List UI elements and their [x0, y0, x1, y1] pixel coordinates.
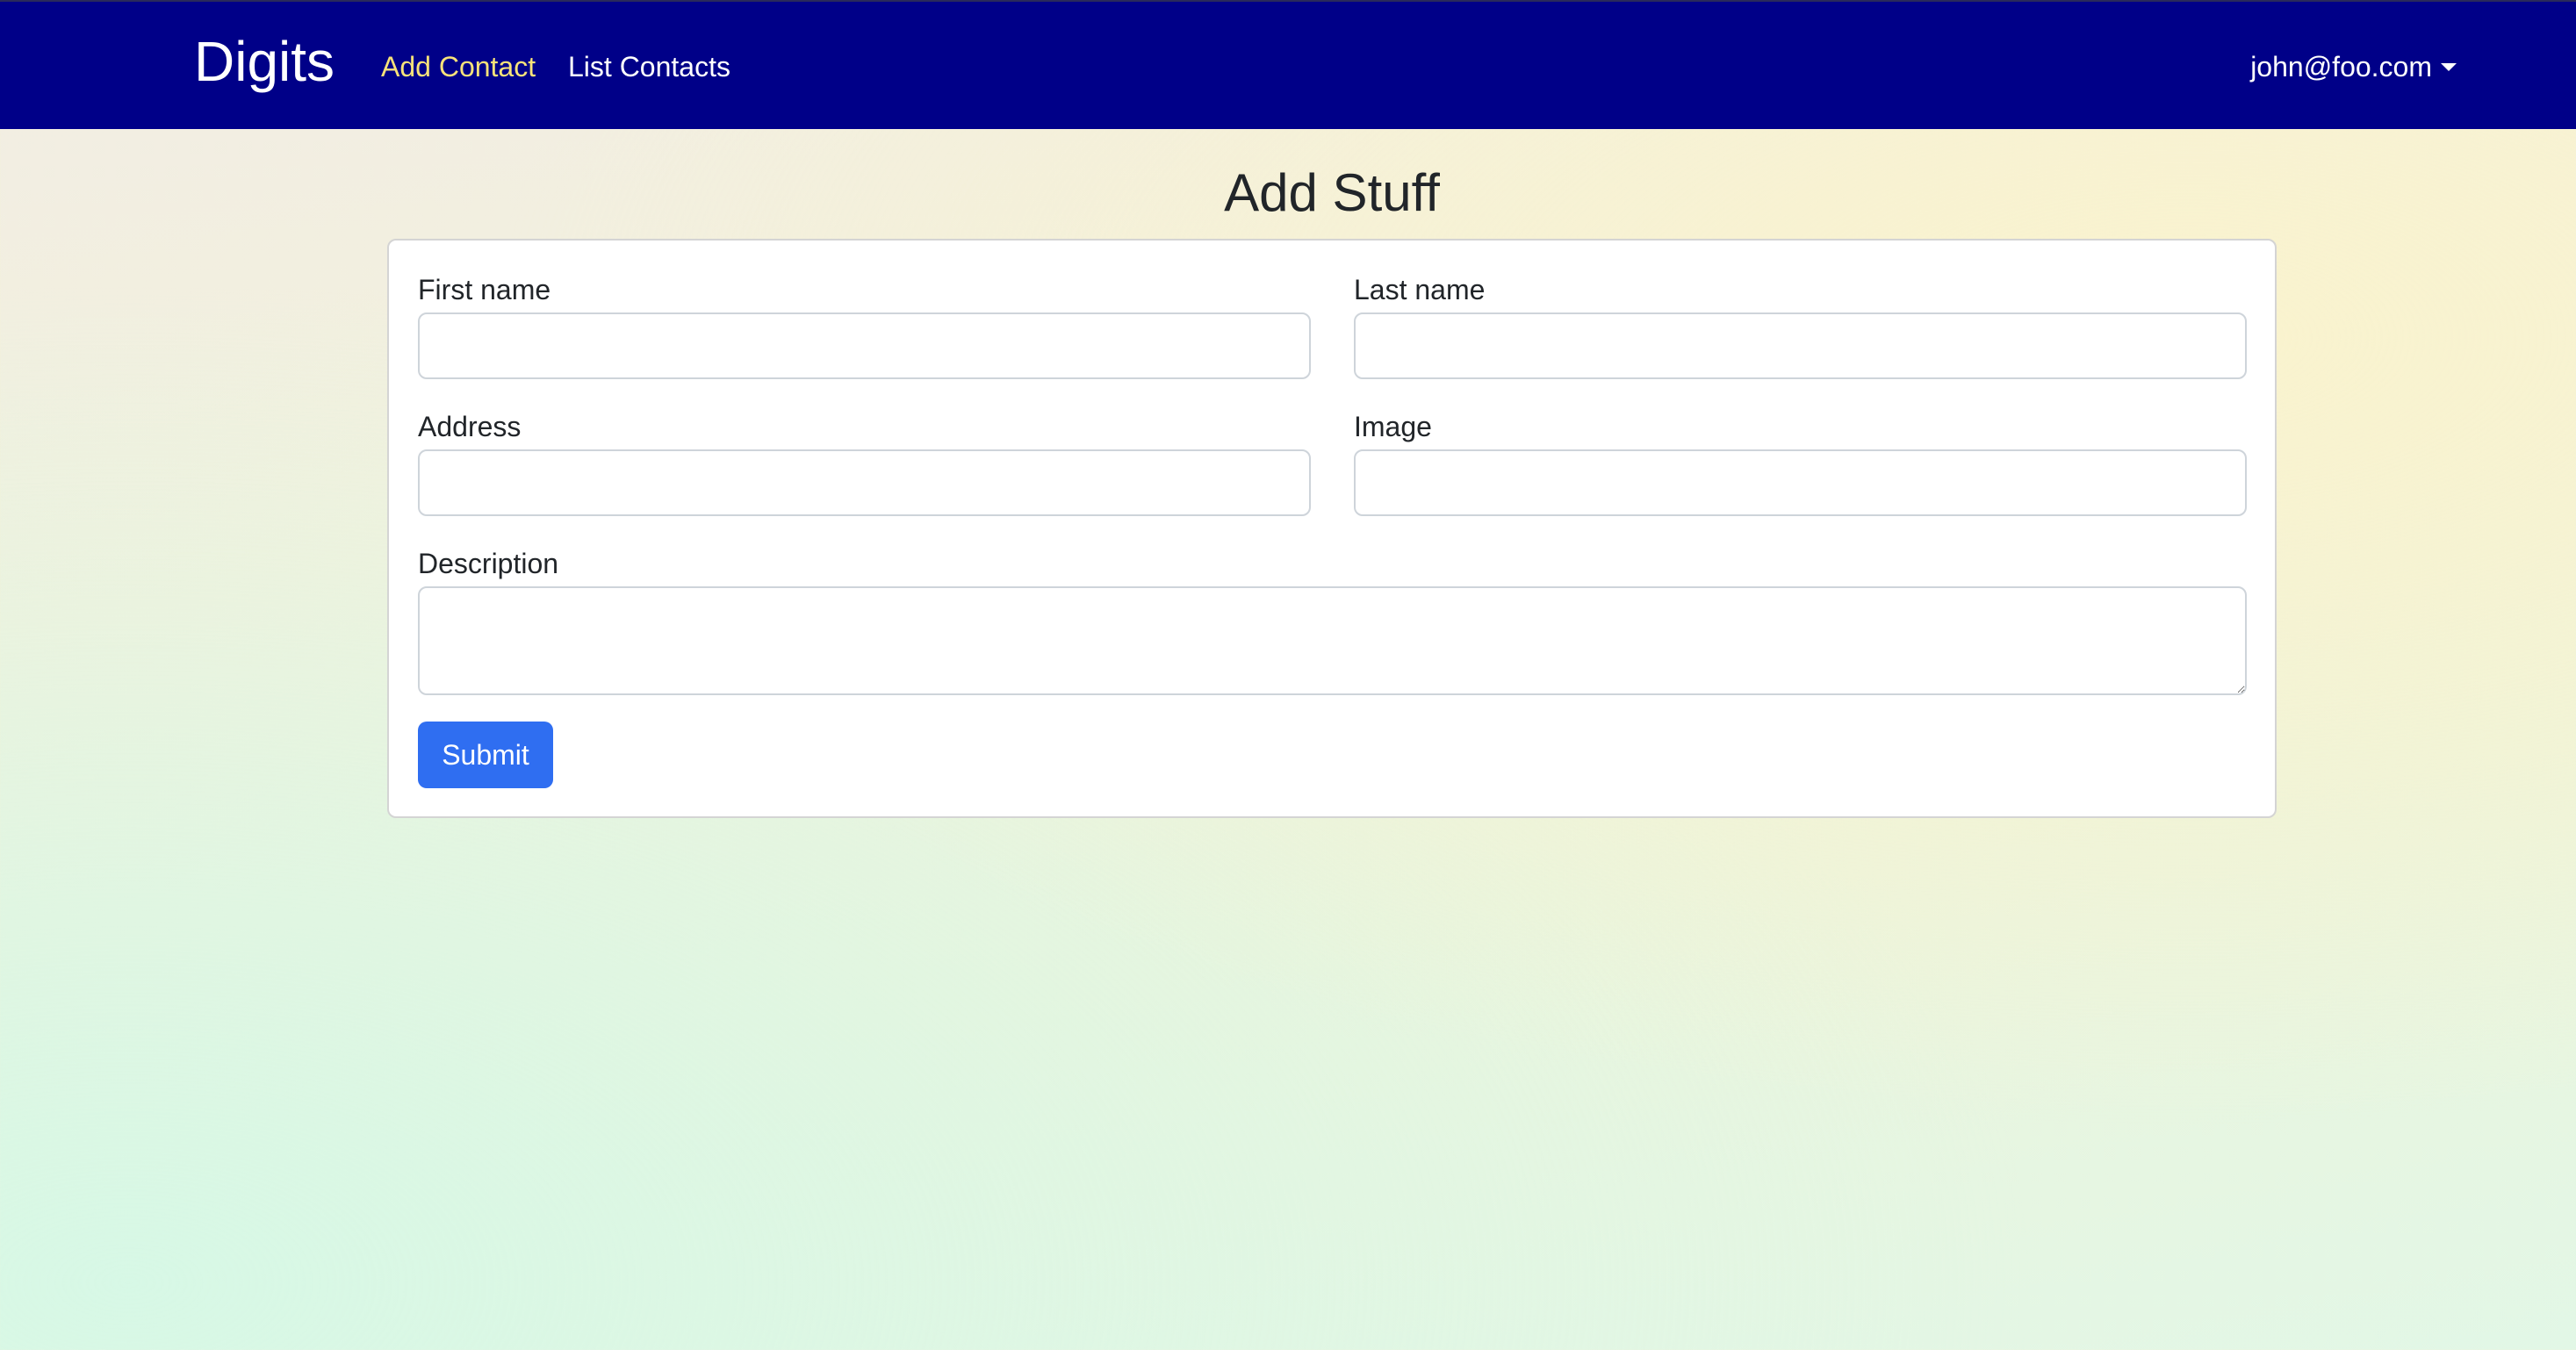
image-label: Image	[1354, 411, 1432, 442]
first-name-input[interactable]	[418, 312, 1311, 379]
nav-add-contact-link[interactable]: Add Contact	[381, 46, 536, 88]
user-email: john@foo.com	[2250, 51, 2432, 83]
description-label: Description	[418, 548, 559, 579]
top-navbar: Digits Add Contact List Contacts john@fo…	[0, 0, 2576, 129]
submit-button[interactable]: Submit	[418, 722, 553, 788]
brand-logo-link[interactable]: Digits	[194, 25, 335, 98]
description-textarea[interactable]	[418, 586, 2247, 695]
nav-list-contacts-link[interactable]: List Contacts	[568, 46, 730, 88]
address-label: Address	[418, 411, 522, 442]
page-title: Add Stuff	[1224, 163, 1440, 222]
address-input[interactable]	[418, 449, 1311, 516]
last-name-label: Last name	[1354, 274, 1486, 305]
image-input[interactable]	[1354, 449, 2247, 516]
last-name-input[interactable]	[1354, 312, 2247, 379]
first-name-label: First name	[418, 274, 551, 305]
caret-down-icon	[2441, 62, 2457, 71]
user-dropdown-toggle[interactable]: john@foo.com	[2250, 46, 2457, 88]
add-contact-form-card: First name Last name Address Image Descr…	[387, 239, 2277, 818]
